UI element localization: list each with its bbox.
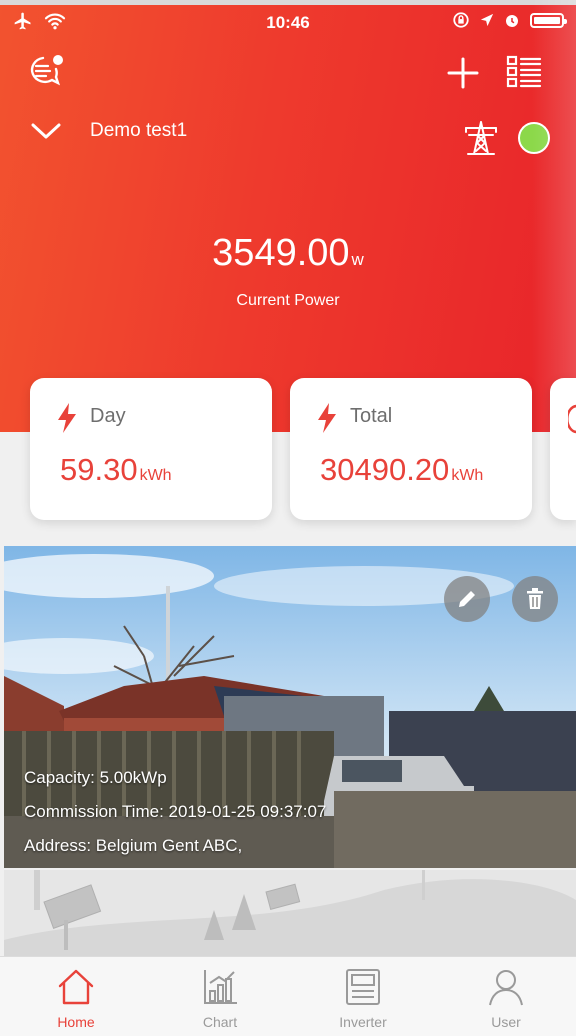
total-energy-card[interactable]: Total 30490.20 kWh	[290, 378, 532, 520]
trash-icon	[527, 588, 543, 609]
message-icon	[30, 55, 63, 86]
lightning-icon	[318, 403, 336, 433]
tab-bar: Home Chart Inverter User	[0, 956, 576, 1036]
tab-chart-label: Chart	[202, 1014, 238, 1030]
header-panel: 10:46 Demo test1 3549.00 w Current Power	[0, 0, 576, 432]
grid-tower-button[interactable]	[462, 120, 500, 161]
plant-capacity: Capacity: 5.00kWp	[24, 768, 167, 787]
next-card-peek[interactable]	[550, 378, 576, 520]
plant-photo[interactable]: Capacity: 5.00kWp Commission Time: 2019-…	[4, 546, 576, 868]
lock-rotation-icon	[453, 12, 469, 28]
plus-icon	[447, 57, 479, 89]
plant-commission-time: Commission Time: 2019-01-25 09:37:07	[24, 802, 327, 821]
alarm-icon	[506, 15, 518, 27]
inverter-icon	[346, 969, 380, 1005]
total-label: Total	[350, 405, 393, 427]
plant-list-button[interactable]	[506, 54, 542, 93]
tab-user[interactable]: User	[434, 957, 576, 1036]
chart-icon	[204, 970, 237, 1004]
messages-button[interactable]	[26, 54, 66, 95]
power-number: 3549.00	[212, 232, 350, 274]
tab-inverter[interactable]: Inverter	[291, 957, 435, 1036]
power-tower-icon	[465, 121, 497, 155]
site-name: Demo test1	[90, 120, 188, 141]
home-icon	[58, 969, 94, 1005]
battery-icon	[530, 12, 567, 28]
partial-icon	[568, 404, 576, 434]
location-arrow-icon	[480, 13, 494, 27]
day-energy-card[interactable]: Day 59.30 kWh	[30, 378, 272, 520]
tab-inverter-label: Inverter	[339, 1014, 387, 1030]
pencil-icon	[459, 591, 475, 607]
tab-home-label: Home	[57, 1014, 95, 1030]
add-plant-button[interactable]	[446, 56, 480, 95]
current-power-value: 3549.00 w	[0, 232, 576, 275]
status-dot	[518, 122, 550, 154]
power-unit: w	[351, 250, 364, 269]
total-value: 30490.20	[320, 452, 450, 487]
lightning-icon	[58, 403, 76, 433]
current-power-label: Current Power	[236, 292, 340, 309]
day-label: Day	[90, 405, 126, 427]
landscape-illustration	[4, 870, 576, 956]
solar-landscape-icon	[4, 870, 576, 956]
status-bar: 10:46	[0, 5, 576, 39]
tab-chart[interactable]: Chart	[148, 957, 292, 1036]
plant-address: Address: Belgium Gent ABC,	[24, 836, 243, 855]
day-unit: kWh	[139, 467, 172, 484]
chevron-down-icon	[31, 123, 61, 139]
app-screen: 10:46 Demo test1 3549.00 w Current Power…	[0, 0, 576, 1036]
edit-plant-button[interactable]	[444, 576, 490, 622]
tab-home[interactable]: Home	[4, 957, 148, 1036]
day-value: 59.30	[60, 452, 138, 487]
user-icon	[489, 970, 523, 1006]
site-selector[interactable]: Demo test1	[30, 120, 187, 142]
list-icon	[506, 55, 542, 88]
tab-user-label: User	[491, 1014, 521, 1030]
delete-plant-button[interactable]	[512, 576, 558, 622]
total-unit: kWh	[451, 467, 484, 484]
